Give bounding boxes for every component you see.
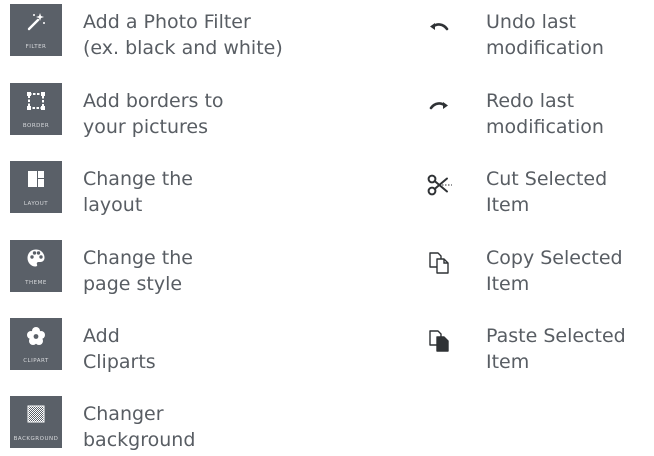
redo-description: Redo last modification: [486, 88, 604, 140]
action-row-redo: Redo last modification: [413, 79, 653, 143]
paste-description-line1: Paste Selected: [486, 325, 626, 347]
copy-description-line2: Item: [486, 273, 530, 295]
magic-wand-icon: [27, 13, 45, 31]
tool-row-background: BACKGROUND Changer background: [10, 392, 330, 456]
undo-icon: [430, 23, 449, 31]
checkered-background-icon: [27, 405, 45, 423]
border-description-line2: your pictures: [83, 116, 209, 138]
tool-row-filter: FILTER Add a Photo Filter (ex. black and…: [10, 0, 330, 64]
cut-description-line2: Item: [486, 194, 530, 216]
layout-description-line1: Change the: [83, 168, 193, 190]
tool-row-border: BORDER Add borders to your pictures: [10, 79, 330, 143]
border-frame-icon: [27, 92, 45, 110]
border-button[interactable]: BORDER: [10, 83, 62, 135]
filter-description-line2: (ex. black and white): [83, 37, 283, 59]
paste-button[interactable]: [413, 316, 465, 366]
copy-icon: [429, 252, 449, 274]
layout-caption: LAYOUT: [23, 201, 49, 207]
layout-grid-icon: [28, 171, 44, 187]
redo-icon: [429, 102, 448, 110]
theme-caption: THEME: [25, 280, 47, 286]
flower-icon: [27, 327, 45, 345]
theme-description: Change the page style: [83, 245, 193, 297]
scissors-icon: [427, 174, 452, 196]
clipart-description: Add Cliparts: [83, 323, 156, 375]
filter-button[interactable]: FILTER: [10, 4, 62, 56]
action-row-paste: Paste Selected Item: [413, 314, 653, 378]
layout-button[interactable]: LAYOUT: [10, 161, 62, 213]
paste-icon: [429, 330, 449, 352]
paste-description-line2: Item: [486, 351, 530, 373]
paste-description: Paste Selected Item: [486, 323, 626, 375]
clipart-caption: CLIPART: [23, 358, 49, 364]
tool-row-layout: LAYOUT Change the layout: [10, 157, 330, 221]
layout-description: Change the layout: [83, 166, 193, 218]
border-description: Add borders to your pictures: [83, 88, 224, 140]
copy-description: Copy Selected Item: [486, 245, 623, 297]
undo-description: Undo last modification: [486, 9, 604, 61]
border-description-line1: Add borders to: [83, 90, 224, 112]
action-row-copy: Copy Selected Item: [413, 236, 653, 300]
theme-description-line2: page style: [83, 273, 183, 295]
background-description: Changer background: [83, 401, 195, 453]
copy-button[interactable]: [413, 238, 465, 288]
theme-button[interactable]: THEME: [10, 240, 62, 292]
layout-description-line2: layout: [83, 194, 143, 216]
clipart-button[interactable]: CLIPART: [10, 318, 62, 370]
filter-description: Add a Photo Filter (ex. black and white): [83, 9, 283, 61]
clipart-description-line1: Add: [83, 325, 120, 347]
redo-description-line1: Redo last: [486, 90, 575, 112]
cut-description-line1: Cut Selected: [486, 168, 608, 190]
action-row-undo: Undo last modification: [413, 0, 653, 64]
background-description-line1: Changer: [83, 403, 164, 425]
border-caption: BORDER: [22, 123, 50, 129]
cut-button[interactable]: [413, 159, 465, 209]
copy-description-line1: Copy Selected: [486, 247, 623, 269]
filter-caption: FILTER: [25, 44, 47, 50]
background-caption: BACKGROUND: [13, 436, 59, 442]
theme-description-line1: Change the: [83, 247, 193, 269]
cut-description: Cut Selected Item: [486, 166, 607, 218]
tool-row-clipart: CLIPART Add Cliparts: [10, 314, 330, 378]
action-row-cut: Cut Selected Item: [413, 157, 653, 221]
background-button[interactable]: BACKGROUND: [10, 396, 62, 448]
clipart-description-line2: Cliparts: [83, 351, 156, 373]
undo-button[interactable]: [413, 2, 465, 52]
undo-description-line1: Undo last: [486, 11, 576, 33]
redo-description-line2: modification: [486, 116, 604, 138]
redo-button[interactable]: [413, 81, 465, 131]
filter-description-line1: Add a Photo Filter: [83, 11, 251, 33]
background-description-line2: background: [83, 429, 196, 451]
tool-row-theme: THEME Change the page style: [10, 236, 330, 300]
undo-description-line2: modification: [486, 37, 604, 59]
palette-icon: [27, 249, 45, 267]
